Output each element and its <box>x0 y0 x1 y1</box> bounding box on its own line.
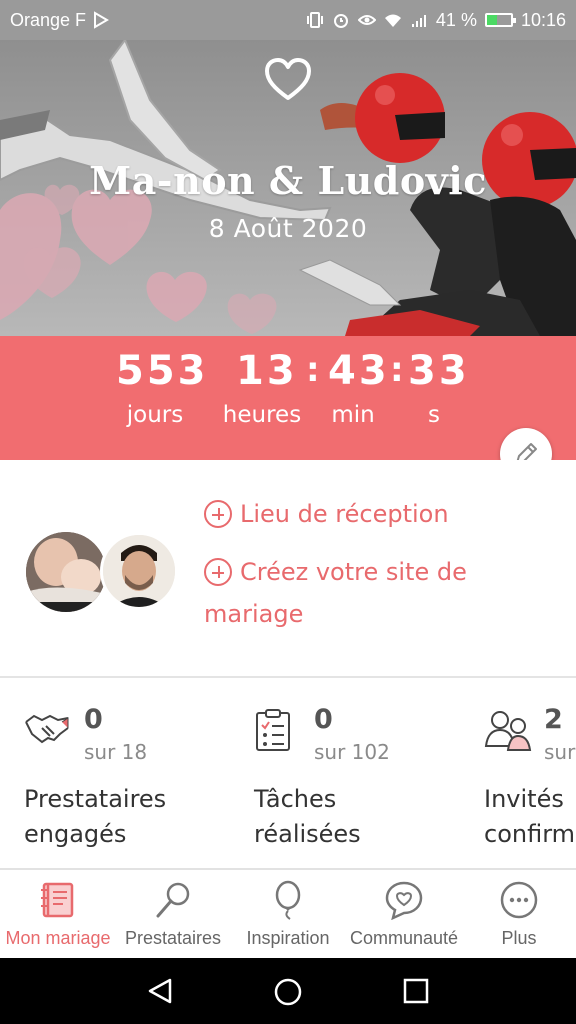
reception-venue-label: Lieu de réception <box>240 500 449 528</box>
avatar-bride-photo <box>26 532 106 612</box>
battery-icon <box>484 13 516 27</box>
stat-tasks[interactable]: 0 sur 102 Tâches réalisées <box>254 680 494 868</box>
wedding-date: 8 Août 2020 <box>208 214 368 243</box>
clock: 10:16 <box>520 9 566 30</box>
play-store-icon <box>94 11 110 29</box>
wifi-icon <box>384 14 401 27</box>
stat-vendors[interactable]: 0 sur 18 Prestataires engagés <box>24 680 264 868</box>
couple-card: Lieu de réception Créez votre site de ma… <box>0 460 576 678</box>
stat-guests-count: 2 <box>544 704 563 735</box>
signal-icon <box>411 15 426 27</box>
handshake-icon <box>25 714 69 744</box>
guests-icon <box>484 711 532 751</box>
countdown-minutes-label: min <box>331 402 375 428</box>
countdown-days: 553 <box>116 348 209 394</box>
countdown-seconds: 33 <box>408 348 470 394</box>
home-icon[interactable] <box>273 977 303 1007</box>
create-site-label-line1: Créez votre site de <box>240 558 467 586</box>
chat-heart-icon <box>385 881 423 920</box>
stat-tasks-total: sur 102 <box>314 740 390 764</box>
plus-circle-icon <box>204 558 232 586</box>
bottom-navigation: Mon mariage Prestataires Inspiration Com… <box>0 868 576 958</box>
system-navigation-bar <box>0 958 576 1024</box>
stat-guests-label: Invités confirm <box>484 782 576 852</box>
stat-vendors-count: 0 <box>84 704 103 735</box>
nav-prestataires[interactable]: Prestataires <box>116 870 230 958</box>
stat-guests-total: sur <box>544 740 576 764</box>
stat-vendors-label: Prestataires engagés <box>24 782 224 852</box>
avatar-groom[interactable] <box>100 532 178 610</box>
nav-communaute[interactable]: Communauté <box>346 870 462 958</box>
countdown-separator: : <box>390 350 404 390</box>
nav-communaute-label: Communauté <box>349 928 459 948</box>
nav-mon-mariage-label: Mon mariage <box>5 928 111 948</box>
nav-plus[interactable]: Plus <box>462 870 576 958</box>
heart-icon <box>265 58 311 100</box>
nav-inspiration[interactable]: Inspiration <box>230 870 346 958</box>
stat-guests-label-line1: Invités <box>484 785 564 813</box>
nav-prestataires-label: Prestataires <box>124 928 222 948</box>
stats-row: 0 sur 18 Prestataires engagés 0 sur 102 … <box>0 680 576 868</box>
countdown-seconds-label: s <box>428 402 440 428</box>
stat-tasks-label-line1: Tâches <box>254 785 337 813</box>
countdown-hours: 13 <box>236 348 298 394</box>
status-bar: Orange F 41 % 10:16 <box>0 0 576 40</box>
carrier-name: Orange F <box>10 9 87 30</box>
nav-plus-label: Plus <box>501 928 537 948</box>
more-icon <box>500 881 538 919</box>
stat-tasks-count: 0 <box>314 704 333 735</box>
alarm-icon <box>333 14 348 28</box>
eye-icon <box>357 15 376 25</box>
countdown-banner: 553 13 : 43 : 33 jours heures min s <box>0 336 576 460</box>
stat-guests-label-line2: confirm <box>484 820 576 848</box>
notebook-icon <box>41 882 74 918</box>
add-reception-venue-link[interactable]: Lieu de réception <box>204 500 449 528</box>
hero-banner: Ma-non & Ludovic 8 Août 2020 <box>0 40 576 336</box>
avatar-groom-photo <box>103 535 175 607</box>
balloon-icon <box>275 880 301 920</box>
battery-percent: 41 % <box>435 9 477 30</box>
avatar-bride[interactable] <box>26 532 106 612</box>
create-wedding-site-link[interactable]: Créez votre site de <box>204 558 467 586</box>
stat-tasks-label-line2: réalisées <box>254 820 361 848</box>
stat-vendors-total: sur 18 <box>84 740 148 764</box>
stat-guests[interactable]: 2 sur Invités confirm <box>484 680 576 868</box>
vibrate-icon <box>306 12 323 28</box>
back-icon[interactable] <box>146 977 174 1005</box>
stat-vendors-label-line1: Prestataires <box>24 785 167 813</box>
stat-vendors-label-line2: engagés <box>24 820 127 848</box>
countdown-separator: : <box>306 350 320 390</box>
plus-circle-icon <box>204 500 232 528</box>
create-site-label-line2[interactable]: mariage <box>204 600 303 628</box>
couple-names: Ma-non & Ludovic <box>89 158 487 203</box>
magnifier-icon <box>156 882 190 918</box>
countdown-hours-label: heures <box>222 402 302 428</box>
checklist-icon <box>256 709 290 751</box>
countdown-days-label: jours <box>126 402 184 428</box>
nav-mon-mariage[interactable]: Mon mariage <box>0 870 116 958</box>
recents-icon[interactable] <box>403 978 429 1004</box>
stat-tasks-label: Tâches réalisées <box>254 782 454 852</box>
nav-inspiration-label: Inspiration <box>246 928 330 948</box>
countdown-minutes: 43 <box>328 348 390 394</box>
